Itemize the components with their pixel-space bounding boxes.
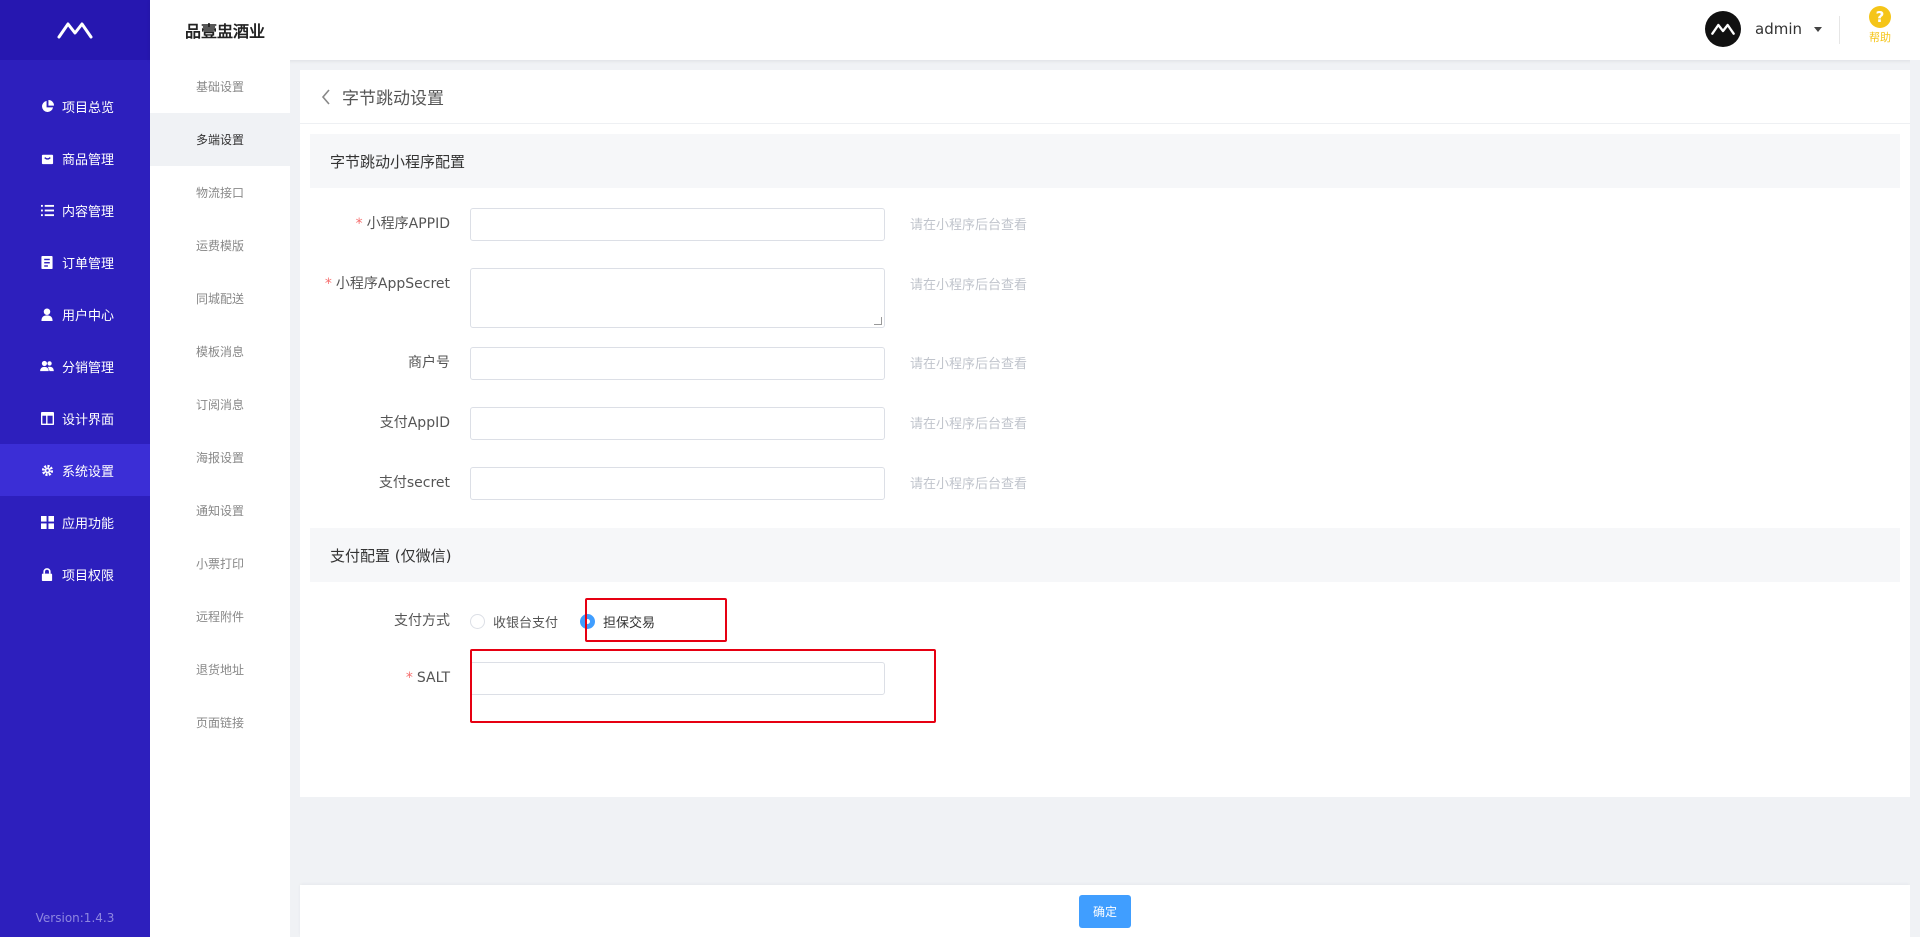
submenu-item-shipping-template[interactable]: 运费模版 [150, 219, 290, 272]
brand-name: 品壹盅酒业 [185, 22, 266, 41]
field-label: * SALT [405, 670, 450, 686]
settings-submenu: 基础设置 多端设置 物流接口 运费模版 同城配送 模板消息 订阅消息 海报设置 … [150, 60, 290, 937]
nav-item-settings[interactable]: 系统设置 [0, 444, 150, 496]
top-header: 品壹盅酒业 admin ? 帮助 [150, 0, 1920, 60]
merchant-id-input[interactable] [470, 347, 885, 380]
nav-item-users[interactable]: 用户中心 [0, 288, 150, 340]
nav-label: 内容管理 [62, 204, 115, 220]
main-sidebar: 项目总览 商品管理 内容管理 订单管理 用户中心 分销管理 设计界面 系统设置 … [0, 0, 150, 937]
highlight-box-guarantee [585, 598, 727, 642]
field-hint: 请在小程序后台查看 [910, 417, 1028, 432]
field-pay-secret: 支付secret 请在小程序后台查看 [300, 467, 1027, 503]
submenu-item-basic[interactable]: 基础设置 [150, 60, 290, 113]
nav-item-distribution[interactable]: 分销管理 [0, 340, 150, 392]
submenu-item-receipt-print[interactable]: 小票打印 [150, 537, 290, 590]
pay-appid-input[interactable] [470, 407, 885, 440]
footer-bar: 确定 [300, 885, 1910, 937]
section-title-payment: 支付配置 (仅微信) [310, 528, 1900, 582]
required-mark: * [355, 216, 363, 232]
radio-circle[interactable] [470, 613, 485, 629]
lock-icon [40, 567, 54, 581]
field-merchant: 商户号 请在小程序后台查看 [300, 347, 1027, 383]
field-hint: 请在小程序后台查看 [910, 218, 1028, 233]
field-hint: 请在小程序后台查看 [910, 477, 1028, 492]
layout-icon [40, 411, 54, 425]
logo-icon [57, 22, 93, 39]
nav-item-design[interactable]: 设计界面 [0, 392, 150, 444]
order-icon [40, 255, 54, 269]
resize-handle[interactable] [874, 317, 882, 325]
nav-label: 系统设置 [62, 464, 115, 480]
back-arrow-icon[interactable] [318, 88, 334, 105]
submenu-item-logistics[interactable]: 物流接口 [150, 166, 290, 219]
nav-item-content[interactable]: 内容管理 [0, 184, 150, 236]
version-label: Version:1.4.3 [35, 911, 115, 925]
header-divider [1839, 16, 1840, 44]
highlight-box-salt [470, 649, 936, 723]
field-hint: 请在小程序后台查看 [910, 278, 1028, 293]
avatar-logo-icon [1711, 23, 1735, 35]
field-label: 商户号 [408, 355, 450, 371]
user-menu[interactable]: admin [1705, 11, 1822, 47]
field-label: * 小程序APPID [355, 216, 450, 232]
field-appsecret: * 小程序AppSecret 请在小程序后台查看 [300, 268, 1027, 328]
submenu-item-page-links[interactable]: 页面链接 [150, 696, 290, 749]
nav-item-orders[interactable]: 订单管理 [0, 236, 150, 288]
submenu-item-template-message[interactable]: 模板消息 [150, 325, 290, 378]
submenu-item-multi-platform[interactable]: 多端设置 [150, 113, 290, 166]
caret-down-icon[interactable] [1814, 26, 1822, 32]
appid-input[interactable] [470, 208, 885, 241]
submenu-item-subscribe-message[interactable]: 订阅消息 [150, 378, 290, 431]
submenu-item-poster[interactable]: 海报设置 [150, 431, 290, 484]
user-name[interactable]: admin [1755, 20, 1802, 38]
nav-label: 项目权限 [62, 568, 115, 584]
required-mark: * [405, 670, 413, 686]
help-label: 帮助 [1869, 31, 1891, 44]
nav-item-overview[interactable]: 项目总览 [0, 80, 150, 132]
users-icon [40, 359, 54, 373]
submenu-item-remote-attachment[interactable]: 远程附件 [150, 590, 290, 643]
avatar[interactable] [1705, 11, 1741, 47]
shopping-bag-icon [40, 151, 54, 165]
nav-item-apps[interactable]: 应用功能 [0, 496, 150, 548]
field-hint: 请在小程序后台查看 [910, 357, 1028, 372]
nav-label: 分销管理 [62, 360, 115, 376]
help-button[interactable]: ? 帮助 [1860, 6, 1900, 45]
nav-item-products[interactable]: 商品管理 [0, 132, 150, 184]
section-title-bytedance: 字节跳动小程序配置 [310, 134, 1900, 188]
app-logo[interactable] [0, 0, 150, 60]
submenu-item-return-address[interactable]: 退货地址 [150, 643, 290, 696]
nav-item-permissions[interactable]: 项目权限 [0, 548, 150, 600]
submenu-item-local-delivery[interactable]: 同城配送 [150, 272, 290, 325]
required-mark: * [324, 276, 332, 292]
nav-label: 订单管理 [62, 256, 115, 272]
user-icon [40, 307, 54, 321]
main-content: 字节跳动设置 字节跳动小程序配置 * 小程序APPID 请在小程序后台查看 * 小程… [300, 70, 1910, 797]
field-label: 支付AppID [379, 415, 450, 431]
confirm-button[interactable]: 确定 [1079, 894, 1131, 928]
pie-chart-icon [40, 99, 54, 113]
field-label: * 小程序AppSecret [324, 276, 450, 292]
list-icon [40, 203, 54, 217]
field-appid: * 小程序APPID 请在小程序后台查看 [300, 208, 1027, 244]
appsecret-textarea[interactable] [470, 268, 885, 328]
radio-cashier-pay[interactable]: 收银台支付 [470, 612, 558, 631]
scrollbar-track[interactable] [1910, 60, 1920, 937]
page-title: 字节跳动设置 [342, 89, 444, 109]
nav-label: 用户中心 [62, 308, 115, 324]
nav-label: 应用功能 [62, 516, 115, 532]
grid-icon [40, 515, 54, 529]
pay-secret-input[interactable] [470, 467, 885, 500]
nav-label: 商品管理 [62, 152, 115, 168]
gear-icon [40, 463, 54, 477]
main-nav: 项目总览 商品管理 内容管理 订单管理 用户中心 分销管理 设计界面 系统设置 … [0, 80, 150, 600]
nav-label: 设计界面 [62, 412, 115, 428]
field-label: 支付secret [378, 475, 450, 491]
nav-label: 项目总览 [62, 100, 115, 116]
help-icon: ? [1869, 6, 1891, 28]
field-pay-appid: 支付AppID 请在小程序后台查看 [300, 407, 1027, 443]
submenu-item-notification[interactable]: 通知设置 [150, 484, 290, 537]
page-header: 字节跳动设置 [300, 70, 1910, 124]
field-label: 支付方式 [394, 613, 450, 629]
